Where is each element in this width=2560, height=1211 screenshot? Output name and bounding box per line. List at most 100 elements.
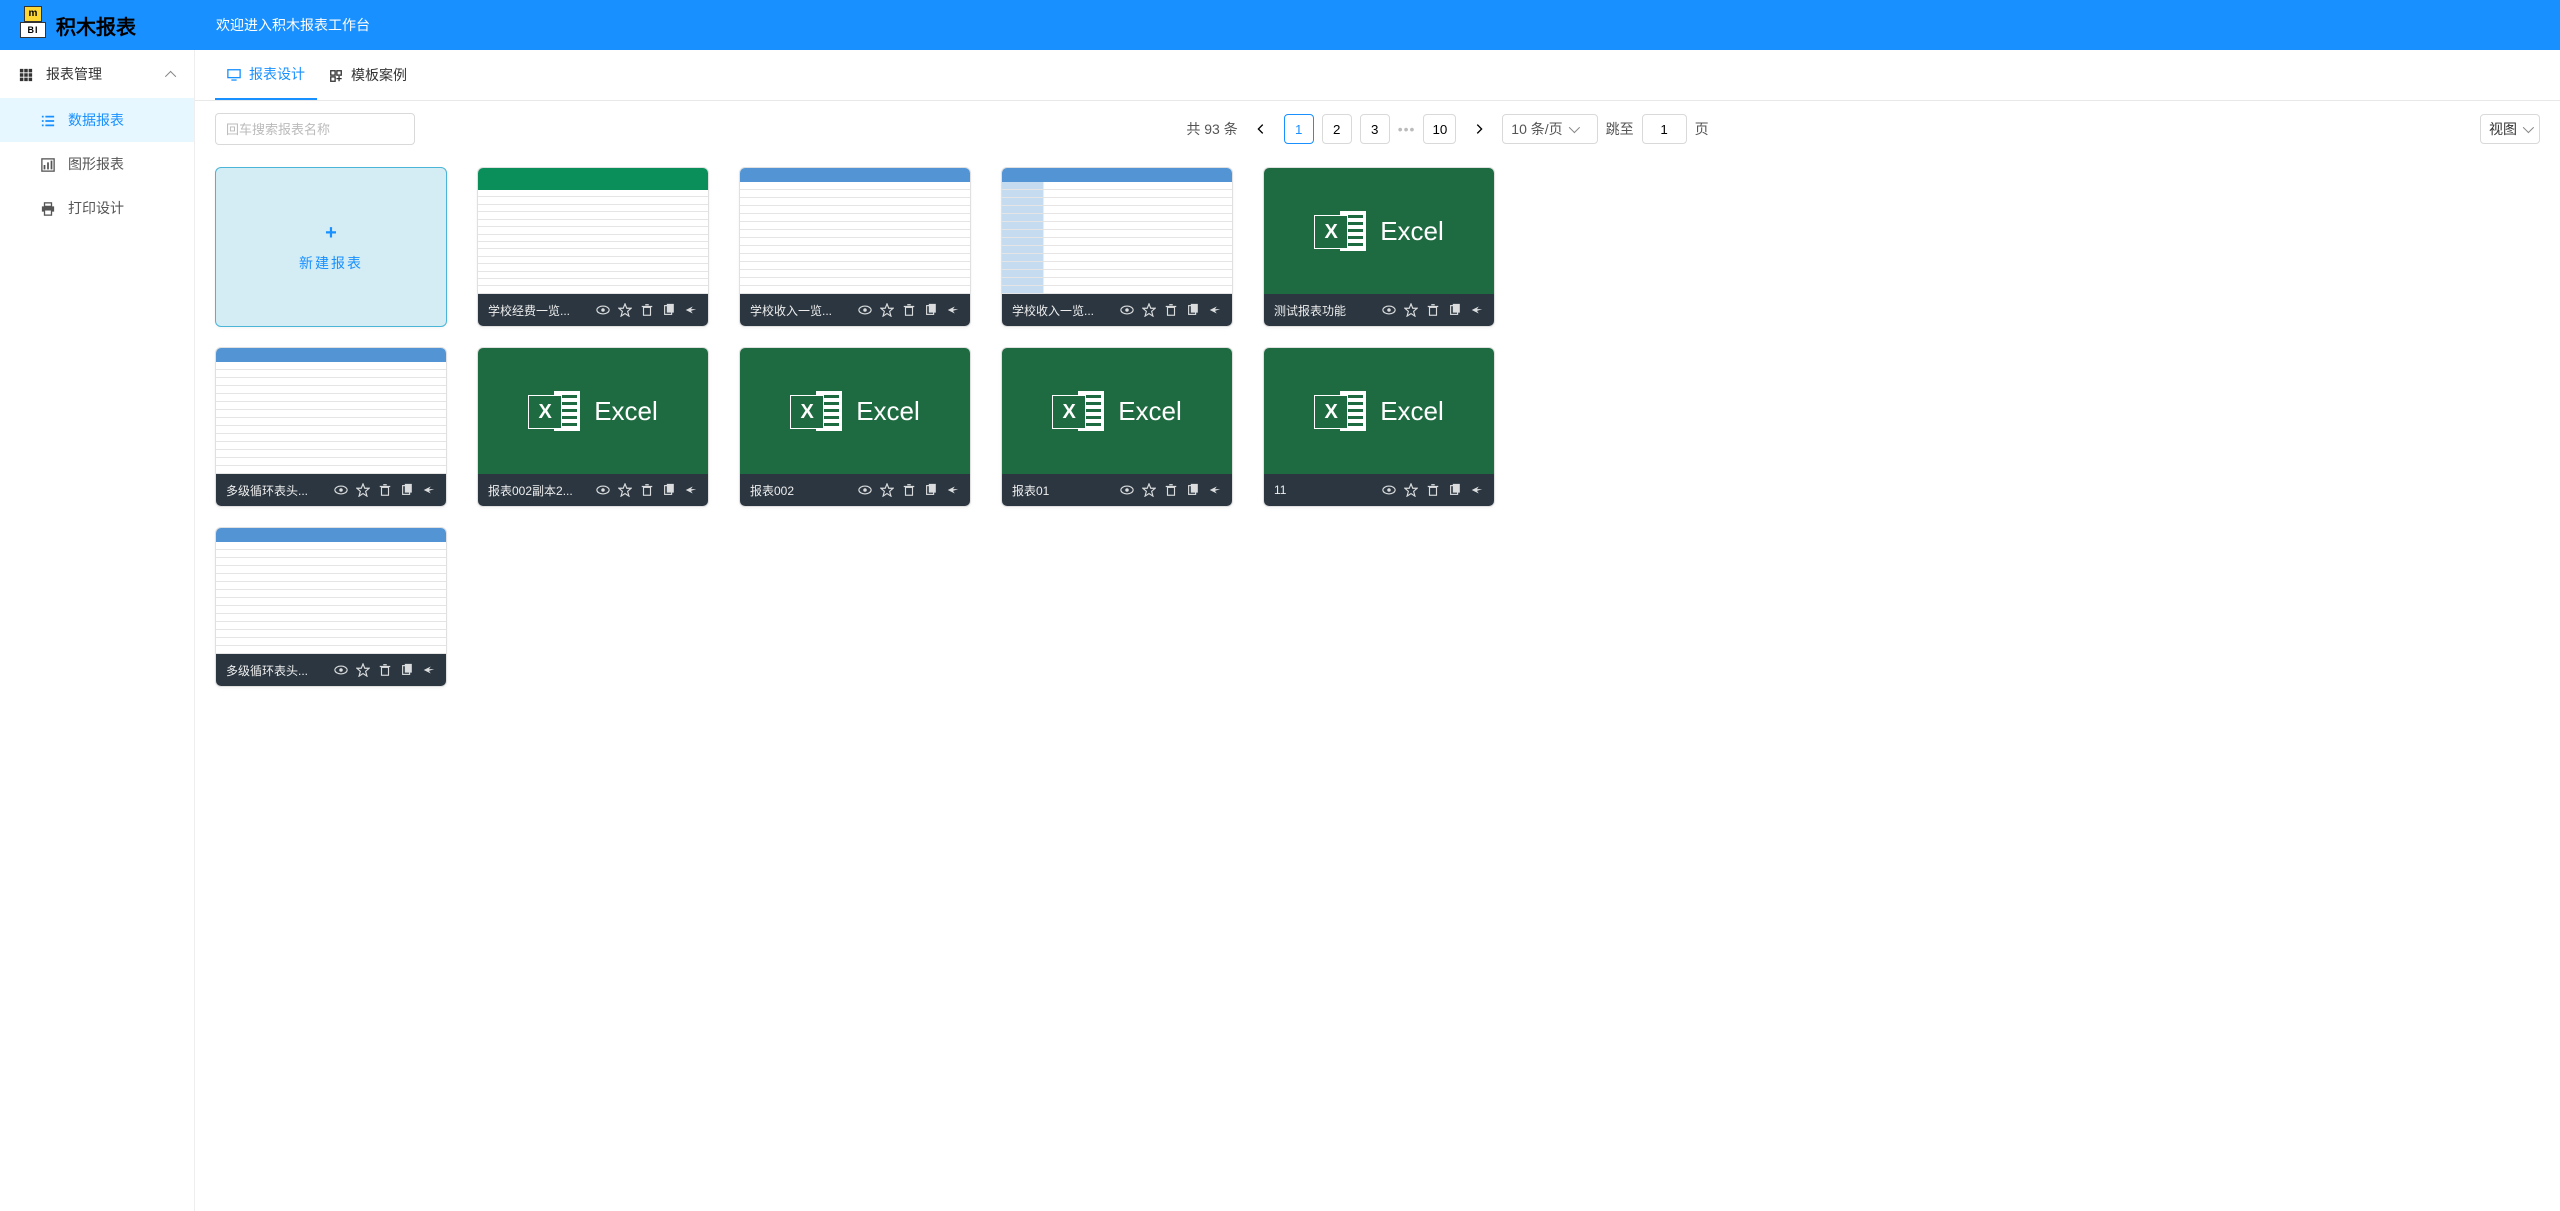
logo-icon <box>20 10 50 40</box>
card-footer: 报表002 <box>740 474 970 506</box>
card-footer: 学校收入一览... <box>740 294 970 326</box>
report-card[interactable]: Excel报表002 <box>739 347 971 507</box>
share-icon[interactable] <box>1208 483 1222 498</box>
report-card[interactable]: Excel报表01 <box>1001 347 1233 507</box>
star-icon[interactable] <box>618 303 632 318</box>
card-actions <box>596 303 698 318</box>
chevron-up-icon <box>168 66 176 82</box>
preview-icon[interactable] <box>858 483 872 498</box>
report-card[interactable]: Excel11 <box>1263 347 1495 507</box>
preview-icon[interactable] <box>1382 483 1396 498</box>
card-actions <box>334 663 436 678</box>
star-icon[interactable] <box>880 303 894 318</box>
app-header: 积木报表 欢迎进入积木报表工作台 <box>0 0 2560 50</box>
view-dropdown[interactable]: 视图 <box>2480 114 2540 144</box>
card-thumbnail: Excel <box>478 348 708 474</box>
share-icon[interactable] <box>1208 303 1222 318</box>
delete-icon[interactable] <box>378 663 392 678</box>
search-input[interactable] <box>215 113 415 145</box>
preview-icon[interactable] <box>596 303 610 318</box>
menu-group-label: 报表管理 <box>46 64 102 84</box>
toolbar: 共 93 条 1 2 3 ••• 10 10 条/页 跳至 页 <box>195 101 2560 157</box>
page-button-2[interactable]: 2 <box>1322 114 1352 144</box>
card-actions <box>1120 483 1222 498</box>
sidebar-item-data-report[interactable]: 数据报表 <box>0 98 194 142</box>
share-icon[interactable] <box>946 483 960 498</box>
star-icon[interactable] <box>1404 303 1418 318</box>
card-title: 多级循环表头... <box>226 482 334 499</box>
tab-template-case[interactable]: 模板案例 <box>317 50 419 100</box>
report-card[interactable]: 学校收入一览... <box>739 167 971 327</box>
star-icon[interactable] <box>356 483 370 498</box>
star-icon[interactable] <box>1404 483 1418 498</box>
page-button-last[interactable]: 10 <box>1423 114 1456 144</box>
star-icon[interactable] <box>356 663 370 678</box>
pagination: 共 93 条 1 2 3 ••• 10 10 条/页 跳至 页 <box>1186 114 1708 144</box>
star-icon[interactable] <box>618 483 632 498</box>
star-icon[interactable] <box>1142 483 1156 498</box>
delete-icon[interactable] <box>640 483 654 498</box>
copy-icon[interactable] <box>924 483 938 498</box>
share-icon[interactable] <box>684 303 698 318</box>
copy-icon[interactable] <box>924 303 938 318</box>
share-icon[interactable] <box>1470 483 1484 498</box>
report-card[interactable]: 多级循环表头... <box>215 527 447 687</box>
card-footer: 11 <box>1264 474 1494 506</box>
share-icon[interactable] <box>422 663 436 678</box>
report-card[interactable]: 多级循环表头... <box>215 347 447 507</box>
next-page-button[interactable] <box>1464 114 1494 144</box>
report-card[interactable]: 学校经费一览... <box>477 167 709 327</box>
page-button-3[interactable]: 3 <box>1360 114 1390 144</box>
report-card[interactable]: 学校收入一览... <box>1001 167 1233 327</box>
delete-icon[interactable] <box>640 303 654 318</box>
star-icon[interactable] <box>1142 303 1156 318</box>
sidebar-item-print-design[interactable]: 打印设计 <box>0 186 194 230</box>
prev-page-button[interactable] <box>1246 114 1276 144</box>
preview-icon[interactable] <box>1382 303 1396 318</box>
tab-report-design[interactable]: 报表设计 <box>215 50 317 100</box>
star-icon[interactable] <box>880 483 894 498</box>
preview-icon[interactable] <box>1120 303 1134 318</box>
share-icon[interactable] <box>684 483 698 498</box>
preview-icon[interactable] <box>596 483 610 498</box>
delete-icon[interactable] <box>1164 483 1178 498</box>
report-card[interactable]: Excel测试报表功能 <box>1263 167 1495 327</box>
chevron-down-icon <box>1568 122 1579 133</box>
card-title: 学校收入一览... <box>1012 302 1120 319</box>
preview-icon[interactable] <box>858 303 872 318</box>
delete-icon[interactable] <box>902 483 916 498</box>
card-actions <box>1382 303 1484 318</box>
share-icon[interactable] <box>422 483 436 498</box>
copy-icon[interactable] <box>662 303 676 318</box>
delete-icon[interactable] <box>1164 303 1178 318</box>
delete-icon[interactable] <box>1426 303 1440 318</box>
copy-icon[interactable] <box>662 483 676 498</box>
card-footer: 测试报表功能 <box>1264 294 1494 326</box>
jump-page-input[interactable] <box>1642 114 1687 144</box>
preview-icon[interactable] <box>334 663 348 678</box>
copy-icon[interactable] <box>1448 303 1462 318</box>
copy-icon[interactable] <box>400 483 414 498</box>
tab-label: 模板案例 <box>351 65 407 85</box>
menu-group-reports[interactable]: 报表管理 <box>0 50 194 98</box>
delete-icon[interactable] <box>378 483 392 498</box>
page-size-select[interactable]: 10 条/页 <box>1502 114 1597 144</box>
preview-icon[interactable] <box>1120 483 1134 498</box>
card-title: 报表002副本2... <box>488 482 596 499</box>
page-button-1[interactable]: 1 <box>1284 114 1314 144</box>
excel-icon <box>790 385 842 437</box>
new-report-card[interactable]: + 新建报表 <box>215 167 447 327</box>
card-thumbnail: Excel <box>740 348 970 474</box>
copy-icon[interactable] <box>1186 303 1200 318</box>
delete-icon[interactable] <box>1426 483 1440 498</box>
copy-icon[interactable] <box>1186 483 1200 498</box>
copy-icon[interactable] <box>1448 483 1462 498</box>
card-footer: 多级循环表头... <box>216 474 446 506</box>
preview-icon[interactable] <box>334 483 348 498</box>
share-icon[interactable] <box>1470 303 1484 318</box>
sidebar-item-graphic-report[interactable]: 图形报表 <box>0 142 194 186</box>
delete-icon[interactable] <box>902 303 916 318</box>
report-card[interactable]: Excel 报表002副本2... <box>477 347 709 507</box>
share-icon[interactable] <box>946 303 960 318</box>
copy-icon[interactable] <box>400 663 414 678</box>
